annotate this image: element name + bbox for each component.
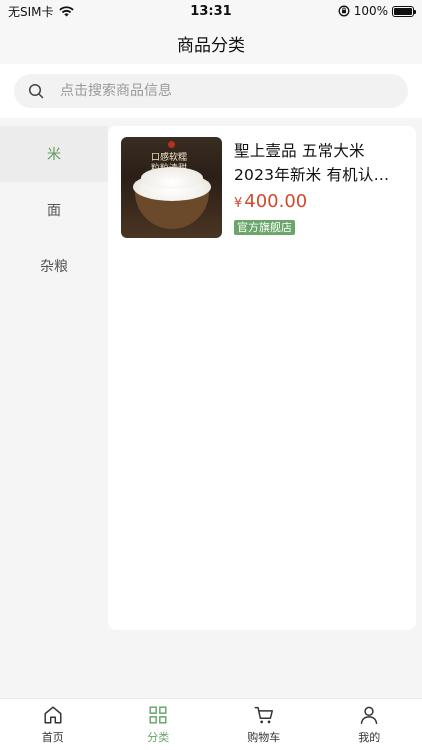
- status-bar: 无SIM卡 13:31 100%: [0, 0, 422, 22]
- search-input[interactable]: [60, 83, 396, 99]
- product-card[interactable]: 口感软糯 粒粒清甜 聖上壹品 五常大米 2023年新米 有机认证 … ¥ 400…: [121, 137, 403, 238]
- product-price: ¥ 400.00: [234, 191, 403, 212]
- category-item-grains[interactable]: 杂粮: [0, 238, 108, 294]
- tab-label: 购物车: [247, 731, 281, 744]
- battery-percent: 100%: [353, 4, 388, 18]
- cart-icon: [254, 706, 273, 724]
- home-icon: [44, 706, 62, 724]
- carrier-label: 无SIM卡: [8, 4, 54, 19]
- user-icon: [361, 706, 378, 724]
- wifi-icon: [58, 5, 74, 16]
- status-time: 13:31: [190, 3, 232, 19]
- price-value: 400.00: [244, 191, 308, 212]
- product-title[interactable]: 聖上壹品 五常大米 2023年新米 有机认证 …: [234, 139, 403, 187]
- tab-cart[interactable]: 购物车: [211, 699, 317, 750]
- tab-category[interactable]: 分类: [106, 699, 212, 750]
- rice-mound-top: [141, 167, 203, 189]
- category-item-noodles[interactable]: 面: [0, 182, 108, 238]
- shop-badge: 官方旗舰店: [234, 220, 295, 235]
- product-list: 口感软糯 粒粒清甜 聖上壹品 五常大米 2023年新米 有机认证 … ¥ 400…: [108, 126, 416, 630]
- price-symbol: ¥: [234, 196, 243, 211]
- tab-profile[interactable]: 我的: [317, 699, 422, 750]
- brand-seal: [168, 141, 175, 148]
- category-item-rice[interactable]: 米: [0, 126, 108, 182]
- category-label: 米: [47, 147, 61, 163]
- category-content: 米 面 杂粮 口感软糯 粒粒清甜 聖上壹品 五常大米 2023年新米 有机认证 …: [0, 118, 422, 698]
- status-right: 100%: [338, 4, 416, 18]
- category-label: 面: [47, 203, 61, 219]
- search-box[interactable]: [14, 74, 408, 108]
- tab-label: 我的: [358, 731, 381, 744]
- page-header: 商品分类: [0, 22, 422, 64]
- category-sidebar: 米 面 杂粮: [0, 126, 108, 294]
- status-left: 无SIM卡: [8, 3, 74, 20]
- tab-label: 首页: [41, 731, 64, 744]
- product-info: 聖上壹品 五常大米 2023年新米 有机认证 … ¥ 400.00 官方旗舰店: [234, 137, 403, 238]
- page-title: 商品分类: [177, 35, 245, 56]
- category-label: 杂粮: [40, 259, 68, 275]
- search-icon: [26, 81, 46, 101]
- search-bar: [0, 64, 422, 118]
- tab-label: 分类: [147, 731, 170, 744]
- battery-icon: [392, 5, 416, 17]
- tab-bar: 首页 分类 购物车 我的: [0, 698, 422, 750]
- tab-home[interactable]: 首页: [0, 699, 106, 750]
- grid-icon: [149, 706, 167, 724]
- image-caption-line: 口感软糯: [151, 153, 188, 163]
- product-image[interactable]: 口感软糯 粒粒清甜: [121, 137, 222, 238]
- orientation-lock-icon: [338, 5, 350, 17]
